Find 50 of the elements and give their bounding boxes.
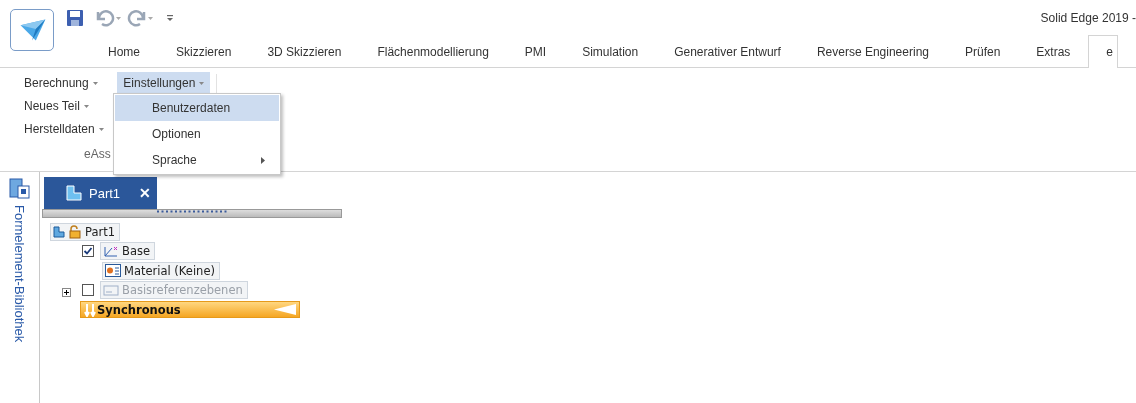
tree-node-label: Part1	[85, 224, 116, 239]
ribbon-tab[interactable]: Extras	[1018, 35, 1089, 67]
ribbon-dropdown-button[interactable]: Einstellungen	[117, 72, 211, 94]
ribbon-tab[interactable]: Generativer Entwurf	[656, 35, 799, 67]
tree-node-label: Material (Keine)	[124, 263, 215, 278]
tree-node-label: Base	[122, 244, 150, 259]
menu-item[interactable]: Optionen	[115, 121, 279, 147]
ribbon-tab[interactable]: Flächenmodellierung	[359, 35, 507, 67]
tree-node-label: Basisreferenzebenen	[122, 283, 243, 298]
ribbon-tab[interactable]: Simulation	[564, 35, 657, 67]
checkbox[interactable]	[82, 245, 94, 258]
menu-item[interactable]: Sprache	[115, 147, 279, 173]
menu-item[interactable]: Benutzerdaten	[115, 95, 279, 121]
padlock-icon	[68, 224, 82, 239]
ribbon-tab[interactable]: Skizzieren	[158, 35, 250, 67]
plane-icon	[103, 283, 119, 297]
ribbon-dropdown-button[interactable]: Herstelldaten	[18, 118, 110, 140]
library-icon[interactable]	[8, 178, 31, 200]
synchronous-icon	[83, 302, 97, 317]
caret-icon	[92, 82, 98, 86]
coordinate-system-icon	[103, 244, 119, 258]
splitter-handle[interactable]	[42, 209, 342, 218]
caret-icon	[199, 82, 205, 86]
app-logo-icon[interactable]	[10, 9, 54, 51]
close-button[interactable]: ✕	[139, 185, 151, 201]
document-tab-label: Part1	[89, 185, 121, 201]
group-label: eAss	[84, 147, 111, 161]
tree-node[interactable]: Base	[100, 242, 155, 261]
caret-icon	[83, 105, 89, 109]
ribbon-tab[interactable]: 3D Skizzieren	[249, 35, 360, 67]
ribbon-dropdown-button[interactable]: Berechnung	[18, 72, 104, 94]
sidebar-label[interactable]: Formelement-Bibliothek	[12, 205, 27, 343]
part-icon	[66, 185, 82, 201]
ribbon-tab[interactable]: Reverse Engineering	[798, 35, 947, 67]
customize-icon[interactable]	[166, 13, 174, 22]
part-icon	[53, 225, 65, 238]
material-icon	[105, 264, 121, 278]
caret-icon	[98, 128, 104, 132]
ribbon-tab[interactable]: e	[1088, 35, 1119, 68]
ribbon-tab[interactable]: Prüfen	[947, 35, 1019, 67]
ribbon-tab[interactable]: Home	[90, 35, 158, 67]
ribbon-tab[interactable]: PMI	[506, 35, 565, 67]
tree-node[interactable]: Part1	[50, 222, 121, 241]
mode-label: Synchronous	[97, 302, 181, 317]
tree-node[interactable]: Material (Keine)	[102, 261, 220, 280]
window-title: Solid Edge 2019 -	[1040, 10, 1136, 25]
document-tab[interactable]: Part1 ✕	[44, 177, 157, 209]
ribbon-dropdown-button[interactable]: Neues Teil	[18, 95, 95, 117]
save-icon[interactable]	[66, 8, 84, 27]
synchronous-mode-bar[interactable]: Synchronous	[80, 301, 300, 319]
